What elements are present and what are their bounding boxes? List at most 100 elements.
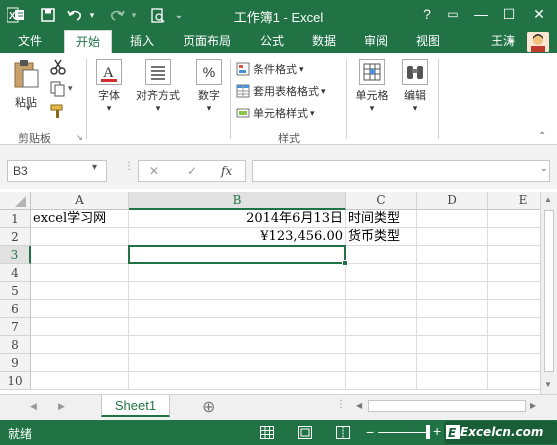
help-button[interactable]: ? [414,3,440,25]
clipboard-launcher-icon[interactable]: ↘ [76,133,83,142]
tab-page-layout[interactable]: 页面布局 [172,30,242,53]
editing-button[interactable]: 编辑 ▾ [398,59,432,114]
cell-d7[interactable] [417,318,488,336]
fill-handle[interactable] [342,260,348,266]
previous-sheet-icon[interactable]: ◀ [30,401,37,412]
cell-a5[interactable] [31,282,129,300]
cell-b9[interactable] [129,354,346,372]
number-button[interactable]: % 数字 ▾ [192,59,226,114]
row-header-5[interactable]: 5 [0,282,31,300]
cell-e6[interactable] [488,300,540,318]
normal-view-icon[interactable] [260,426,274,442]
cell-c8[interactable] [346,336,417,354]
row-header-2[interactable]: 2 [0,228,31,246]
cell-c1[interactable]: 时间类型 [346,210,417,228]
alignment-button[interactable]: 对齐方式 ▾ [132,59,184,114]
cell-d5[interactable] [417,282,488,300]
tab-formulas[interactable]: 公式 [250,30,294,53]
cell-c2[interactable]: 货币类型 [346,228,417,246]
cells-button[interactable]: 单元格 ▾ [352,59,392,114]
cell-e10[interactable] [488,372,540,390]
cell-b3[interactable] [129,246,346,264]
zoom-in-icon[interactable]: + [433,423,441,439]
format-painter-icon[interactable] [50,103,66,122]
column-header-b[interactable]: B [129,192,346,210]
cell-b10[interactable] [129,372,346,390]
cell-b8[interactable] [129,336,346,354]
cell-b6[interactable] [129,300,346,318]
tab-home[interactable]: 开始 [64,30,112,53]
cell-b5[interactable] [129,282,346,300]
format-as-table-button[interactable]: 套用表格格式 ▾ [236,81,326,101]
cell-d6[interactable] [417,300,488,318]
cell-c6[interactable] [346,300,417,318]
minimize-button[interactable]: — [468,3,494,25]
cell-c10[interactable] [346,372,417,390]
row-header-3[interactable]: 3 [0,246,31,264]
cell-c4[interactable] [346,264,417,282]
cell-d10[interactable] [417,372,488,390]
vertical-scrollbar[interactable]: ▲ ▼ [540,192,557,394]
zoom-slider-thumb[interactable] [426,425,430,439]
cell-a4[interactable] [31,264,129,282]
paste-dropdown-icon[interactable]: ▾ [26,103,31,114]
cell-a7[interactable] [31,318,129,336]
cell-a10[interactable] [31,372,129,390]
row-header-10[interactable]: 10 [0,372,31,390]
cell-e9[interactable] [488,354,540,372]
ribbon-display-options-button[interactable]: ▭ [440,3,466,25]
vertical-scroll-thumb[interactable] [544,210,554,372]
cell-e1[interactable] [488,210,540,228]
cell-styles-button[interactable]: 单元格样式 ▾ [236,103,315,123]
zoom-out-icon[interactable]: − [366,424,374,440]
cell-c7[interactable] [346,318,417,336]
copy-icon[interactable] [50,81,68,100]
scroll-up-icon[interactable]: ▲ [544,195,552,204]
cell-b2[interactable]: ¥123,456.00 [129,228,346,246]
expand-formula-bar-icon[interactable]: ⌄ [540,163,548,174]
tab-review[interactable]: 审阅 [354,30,398,53]
column-header-d[interactable]: D [417,192,488,210]
sheet-tab-sheet1[interactable]: Sheet1 [101,395,170,417]
cell-e4[interactable] [488,264,540,282]
cut-icon[interactable] [50,59,66,78]
cell-b7[interactable] [129,318,346,336]
cell-a8[interactable] [31,336,129,354]
row-header-7[interactable]: 7 [0,318,31,336]
cell-a6[interactable] [31,300,129,318]
scroll-right-icon[interactable]: ▶ [530,401,536,410]
name-box-dropdown-icon[interactable]: ▾ [92,162,97,173]
close-button[interactable]: ✕ [526,3,552,25]
avatar[interactable] [527,32,549,52]
page-layout-view-icon[interactable] [298,426,312,442]
column-header-a[interactable]: A [31,192,129,210]
cell-a2[interactable] [31,228,129,246]
cell-b4[interactable] [129,264,346,282]
horizontal-scroll-thumb[interactable] [368,400,526,412]
worksheet-grid[interactable]: ABCDE 1 2 3 4 5 6 7 8 9 10 excel学习网 2014年6月13日 时间类型… [0,192,540,394]
add-sheet-icon[interactable]: ⊕ [202,397,215,417]
cell-c9[interactable] [346,354,417,372]
cell-d9[interactable] [417,354,488,372]
scroll-down-icon[interactable]: ▼ [544,380,552,389]
cancel-entry-icon[interactable]: ✕ [149,164,159,178]
tab-file[interactable]: 文件 [0,30,60,53]
row-header-4[interactable]: 4 [0,264,31,282]
cell-e3[interactable] [488,246,540,264]
cell-c5[interactable] [346,282,417,300]
cell-a1[interactable]: excel学习网 [31,210,129,228]
cell-d8[interactable] [417,336,488,354]
row-header-1[interactable]: 1 [0,210,31,228]
cell-d4[interactable] [417,264,488,282]
enter-entry-icon[interactable]: ✓ [187,164,197,178]
cell-b1[interactable]: 2014年6月13日 [129,210,346,228]
formula-bar-handle-icon[interactable]: ⋮ [124,161,134,172]
scroll-left-icon[interactable]: ◀ [356,401,362,410]
cell-d2[interactable] [417,228,488,246]
page-break-view-icon[interactable] [336,426,350,442]
cell-a9[interactable] [31,354,129,372]
cell-d1[interactable] [417,210,488,228]
insert-function-icon[interactable]: fx [221,164,232,178]
cell-e5[interactable] [488,282,540,300]
next-sheet-icon[interactable]: ▶ [58,401,65,412]
